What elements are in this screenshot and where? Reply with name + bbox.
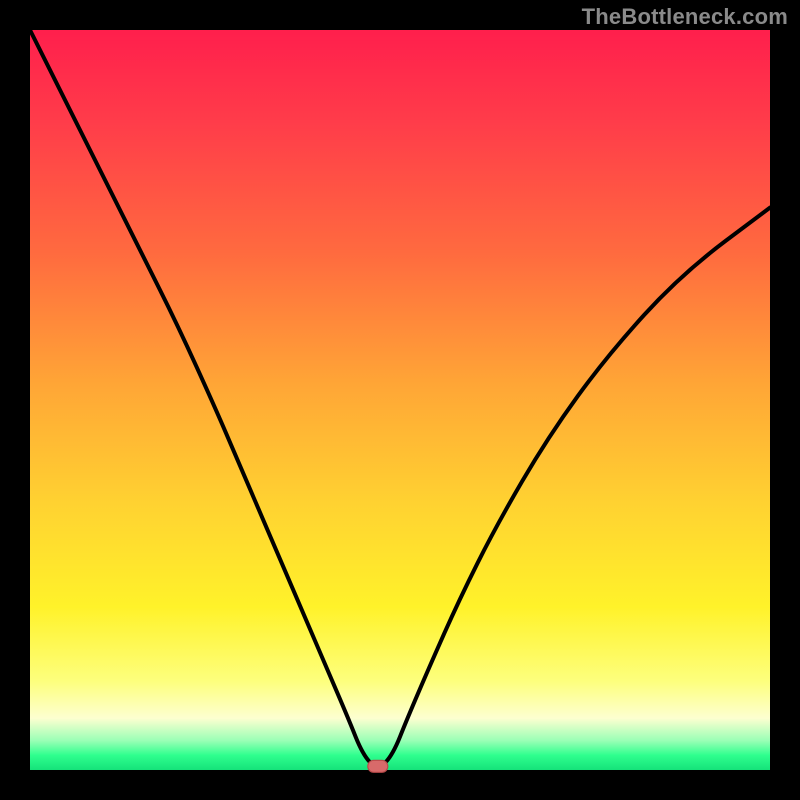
min-marker bbox=[368, 760, 388, 772]
curve-layer bbox=[30, 30, 770, 770]
plot-area bbox=[30, 30, 770, 770]
bottleneck-curve-path bbox=[30, 30, 770, 766]
watermark-text: TheBottleneck.com bbox=[582, 4, 788, 30]
chart-frame: TheBottleneck.com bbox=[0, 0, 800, 800]
